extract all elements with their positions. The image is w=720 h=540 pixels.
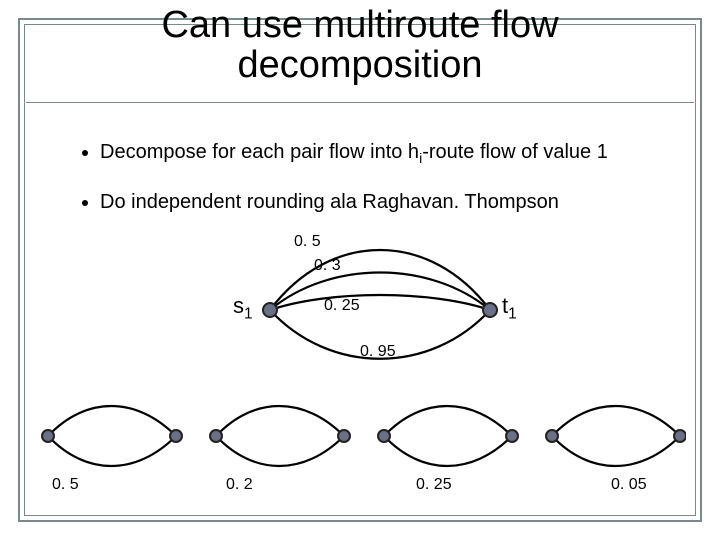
title-line1: Can use multiroute flow: [161, 4, 558, 46]
s-sub: 1: [244, 305, 253, 322]
edge-bottom-label: 0. 95: [360, 343, 396, 361]
edge-center-label: 0. 25: [324, 297, 360, 315]
row-g2-label: 0. 2: [226, 476, 253, 494]
title-rule-bottom: [26, 102, 694, 103]
row-g3-label: 0. 25: [416, 476, 452, 494]
row-g1-label: 0. 5: [52, 476, 79, 494]
bullet-1b: -route flow of value 1: [422, 141, 608, 163]
slide: Can use multiroute flow decomposition De…: [0, 0, 720, 540]
s-node-label: s1: [233, 293, 253, 323]
bullet-1a: Decompose for each pair flow into h: [100, 141, 419, 163]
slide-title: Can use multiroute flow decomposition: [40, 6, 680, 86]
t-sub: 1: [508, 305, 517, 322]
row-graphs-svg: [36, 396, 686, 506]
row-graphs: 0. 5 0. 2 0. 25 0. 05: [36, 396, 686, 506]
edge-mid-label: 0. 3: [314, 257, 341, 275]
bullet-2: Do independent rounding ala Raghavan. Th…: [100, 190, 670, 215]
edge-top-label: 0. 5: [294, 233, 321, 251]
s-label: s: [233, 293, 244, 318]
title-line2: decomposition: [237, 44, 482, 86]
row-g4-label: 0. 05: [611, 476, 647, 494]
bullet-1: Decompose for each pair flow into hi-rou…: [100, 140, 670, 168]
bullet-list: Decompose for each pair flow into hi-rou…: [60, 140, 670, 237]
t-node-label: t1: [502, 293, 517, 323]
main-graph: s1 t1 0. 5 0. 3 0. 25 0. 95: [230, 245, 530, 380]
